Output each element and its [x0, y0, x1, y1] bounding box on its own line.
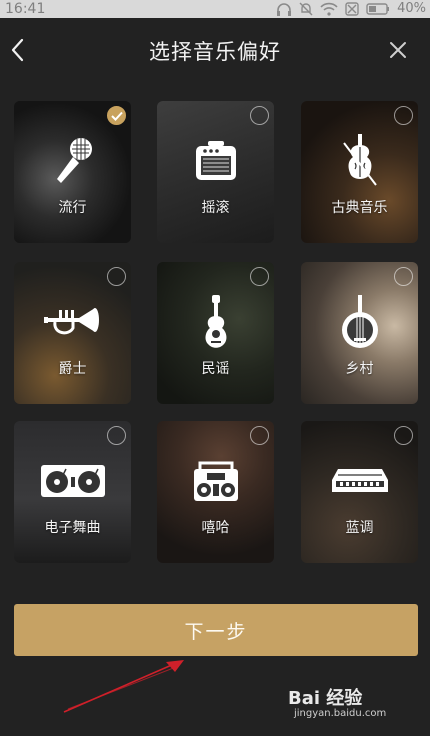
microphone-icon: [14, 131, 131, 191]
checkmark-icon: [111, 111, 123, 121]
next-step-button[interactable]: 下一步: [14, 604, 418, 656]
genre-tile-folk[interactable]: 民谣: [157, 262, 274, 404]
ukulele-icon: [157, 292, 274, 352]
checkbox[interactable]: [250, 106, 269, 125]
checkbox[interactable]: [107, 267, 126, 286]
boombox-icon: [157, 451, 274, 511]
headphones-icon: [277, 3, 292, 16]
genre-label: 蓝调: [345, 520, 374, 536]
harmonica-icon: [301, 451, 418, 511]
checkbox[interactable]: [394, 426, 413, 445]
status-time: 16:41: [5, 1, 46, 17]
genre-tile-edm[interactable]: 电子舞曲: [14, 421, 131, 563]
checkbox[interactable]: [250, 267, 269, 286]
battery-percent: 40%: [397, 1, 426, 16]
genre-tile-pop[interactable]: 流行: [14, 101, 131, 243]
genre-label: 乡村: [345, 361, 374, 377]
baidu-watermark: Bai 经验 jingyan.baidu.com: [288, 684, 408, 724]
trumpet-icon: [14, 292, 131, 352]
banjo-icon: [301, 292, 418, 352]
header: 选择音乐偏好: [0, 18, 430, 82]
close-button[interactable]: [386, 38, 410, 62]
genre-label: 古典音乐: [331, 200, 388, 216]
genre-tile-blues[interactable]: 蓝调: [301, 421, 418, 563]
violin-icon: [301, 131, 418, 191]
checkbox[interactable]: [107, 426, 126, 445]
genre-label: 流行: [58, 200, 87, 216]
genre-label: 民谣: [201, 361, 230, 377]
sim-off-icon: [345, 2, 359, 16]
wifi-icon: [320, 2, 338, 16]
checkbox-checked[interactable]: [107, 106, 126, 125]
watermark-url: jingyan.baidu.com: [294, 708, 387, 719]
amplifier-icon: [157, 131, 274, 191]
annotation-arrow-icon: [63, 660, 184, 713]
status-bar: 16:41 40%: [0, 0, 430, 18]
genre-label: 嘻哈: [201, 520, 230, 536]
genre-tile-country[interactable]: 乡村: [301, 262, 418, 404]
status-icons: 40%: [276, 0, 426, 18]
genre-tile-classical[interactable]: 古典音乐: [301, 101, 418, 243]
battery-icon: [366, 3, 390, 15]
genre-label: 爵士: [58, 361, 87, 377]
genre-label: 电子舞曲: [44, 520, 101, 536]
checkbox[interactable]: [250, 426, 269, 445]
genre-tile-jazz[interactable]: 爵士: [14, 262, 131, 404]
mute-bell-icon: [299, 2, 313, 16]
genre-tile-hiphop[interactable]: 嘻哈: [157, 421, 274, 563]
watermark-logo: Bai 经验: [288, 688, 363, 709]
checkbox[interactable]: [394, 267, 413, 286]
turntable-icon: [14, 451, 131, 511]
checkbox[interactable]: [394, 106, 413, 125]
genre-label: 摇滚: [201, 200, 230, 216]
close-icon: [390, 42, 406, 58]
page-title: 选择音乐偏好: [149, 40, 281, 64]
genre-tile-rock[interactable]: 摇滚: [157, 101, 274, 243]
